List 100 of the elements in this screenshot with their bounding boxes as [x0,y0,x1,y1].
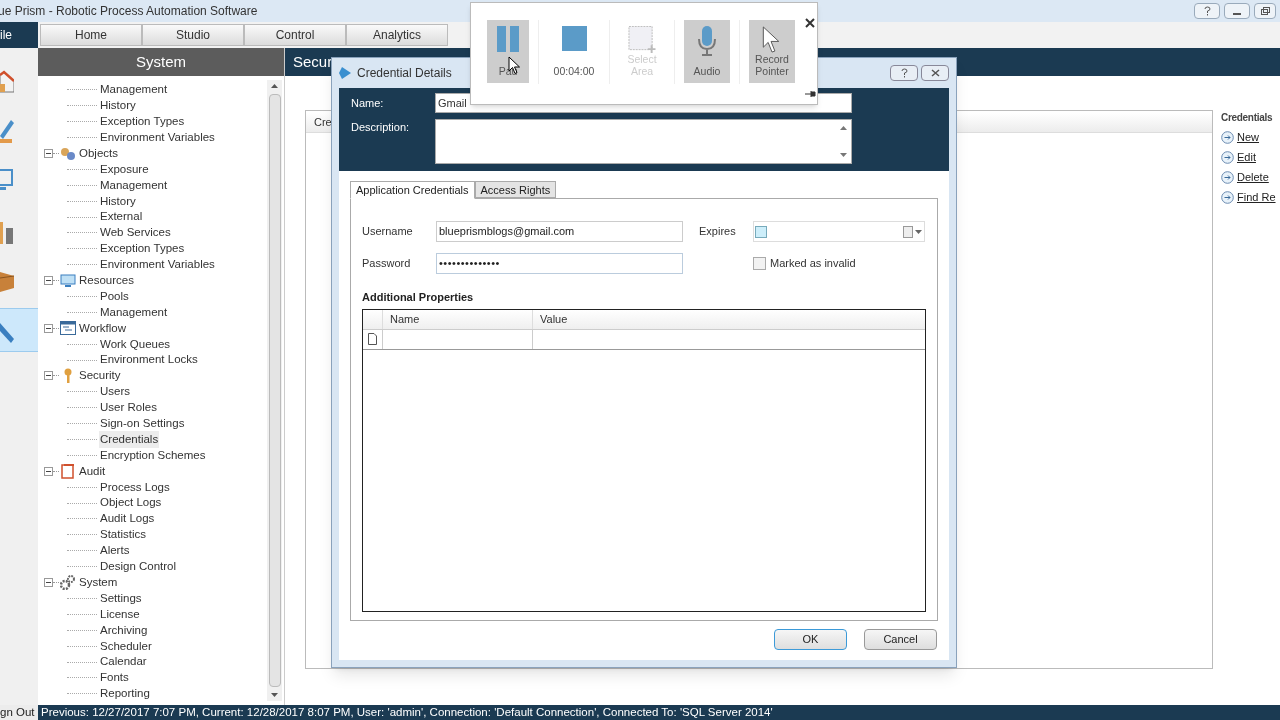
new-row-icon [368,333,377,345]
help-icon [1203,6,1211,16]
tree-item[interactable]: Alerts [99,542,131,560]
recorder-button[interactable]: 00:04:00 [548,20,600,83]
tree-item[interactable]: Exception Types [99,113,186,131]
tree-item[interactable]: Exposure [99,160,150,179]
menu-tab[interactable]: Home [40,24,142,46]
tree-item[interactable]: Web Services [99,224,172,242]
action-link[interactable]: New [1237,128,1259,146]
main-title: Secur [293,51,333,72]
tree-item[interactable]: Users [99,383,132,401]
calendar-dropdown-icon [903,225,923,238]
tree-item[interactable]: Encryption Schemes [99,446,207,465]
expires-checkbox[interactable] [755,225,767,238]
expires-label: Expires [699,224,737,240]
close-icon[interactable] [805,18,815,28]
actions-title: Credentials [1221,111,1274,125]
help-icon [900,68,908,78]
tree-item[interactable]: Credentials [99,430,160,449]
tree-group-label[interactable]: Audit [79,462,106,480]
dialog-tab[interactable]: Application Credentials [350,181,475,199]
dialog-title: Credential Details [357,65,452,82]
tree-group-label[interactable]: Security [79,367,121,385]
workflow-icon [60,321,76,336]
dialog-button[interactable]: OK [774,629,847,650]
tree-item[interactable]: Reporting [99,685,151,703]
scroll-up-icon [271,84,278,88]
column-header[interactable]: Value [533,309,925,329]
tree-item[interactable]: Statistics [99,526,147,544]
sign-out-link[interactable]: gn Out [0,705,38,720]
status-bar: Previous: 12/27/2017 7:07 PM, Current: 12/28/2017 8:07 PM, User: 'admin', Connection: 'Default Connection', Connected To: 'SQL Server 2014' [38,705,1280,720]
stop-icon [561,26,587,51]
tree-item[interactable]: User Roles [99,399,158,417]
gears-icon [60,575,76,591]
tree-item[interactable]: Sign-on Settings [99,415,186,433]
tree-item[interactable]: Management [99,303,169,322]
microphone-icon [697,26,717,56]
pin-icon[interactable] [805,90,816,98]
menu-tab[interactable]: Analytics [346,24,448,46]
collapse-toggle[interactable] [44,149,53,158]
menu-tab[interactable]: Control [244,24,346,46]
tree-item[interactable]: Settings [99,589,143,608]
collapse-toggle[interactable] [44,371,53,381]
tree-item[interactable]: External [99,208,144,226]
tree-item[interactable]: Fonts [99,669,130,687]
tree-item[interactable]: Process Logs [99,478,171,496]
minimize-icon [1233,13,1241,15]
dialog-tab[interactable]: Access Rights [474,181,557,198]
expires-date-field[interactable] [753,221,925,242]
tree-item[interactable]: Management [99,176,169,194]
arrow-circle-icon [1221,190,1234,204]
tree-item[interactable]: History [99,97,137,115]
scrollbar[interactable] [267,80,282,701]
tree-item[interactable]: Scheduler [99,637,153,655]
collapse-toggle[interactable] [44,578,53,588]
tree-item[interactable]: Work Queues [99,335,172,353]
tree-item[interactable]: Environment Variables [99,256,216,274]
restore-button[interactable] [1254,3,1276,19]
recorder-button[interactable]: Audio [684,20,730,83]
action-link[interactable]: Find Re [1237,188,1276,206]
tree-group-label[interactable]: Objects [79,144,118,163]
tree-item[interactable]: Exception Types [99,240,186,258]
description-field[interactable] [435,119,852,164]
tree-group-label[interactable]: System [79,573,118,592]
arrow-circle-icon [1221,130,1234,144]
column-header: Cre [314,115,332,131]
help-button[interactable] [890,65,918,81]
dialog-button[interactable]: Cancel [864,629,937,650]
action-link[interactable]: Delete [1237,168,1269,186]
tree-item[interactable]: History [99,192,137,210]
tree-item[interactable]: Environment Locks [99,351,199,369]
password-field[interactable]: •••••••••••••• [436,253,683,274]
help-button[interactable] [1194,3,1220,19]
column-header[interactable]: Name [383,309,533,329]
recorder-button[interactable]: Record Pointer [749,20,795,83]
objects-icon [60,146,76,161]
tree-item[interactable]: Pools [99,287,130,306]
tree-item[interactable]: Object Logs [99,494,163,512]
minimize-button[interactable] [1224,3,1250,19]
tree-group-label[interactable]: Workflow [79,319,127,337]
tree-item[interactable]: Management [99,81,169,99]
menu-tab[interactable]: Studio [142,24,244,46]
collapse-toggle[interactable] [44,466,53,476]
tree-item[interactable]: Environment Variables [99,129,216,147]
tree-item[interactable]: License [99,605,141,623]
file-tab[interactable]: ile [0,22,38,48]
tree-group-label[interactable]: Resources [79,272,134,290]
close-button[interactable] [921,65,949,81]
tree-item[interactable]: Audit Logs [99,510,156,528]
collapse-toggle[interactable] [44,276,53,286]
tree-item[interactable]: Calendar [99,653,148,671]
app-logo-icon [339,67,351,79]
scroll-icon [61,463,75,479]
action-link[interactable]: Edit [1237,148,1256,166]
invalid-checkbox[interactable] [753,257,766,270]
collapse-toggle[interactable] [44,323,53,333]
tree-item[interactable]: Archiving [99,621,149,639]
username-field[interactable]: blueprismblogs@gmail.com [436,221,683,242]
scroll-up-icon [839,126,847,130]
tree-item[interactable]: Design Control [99,558,178,576]
